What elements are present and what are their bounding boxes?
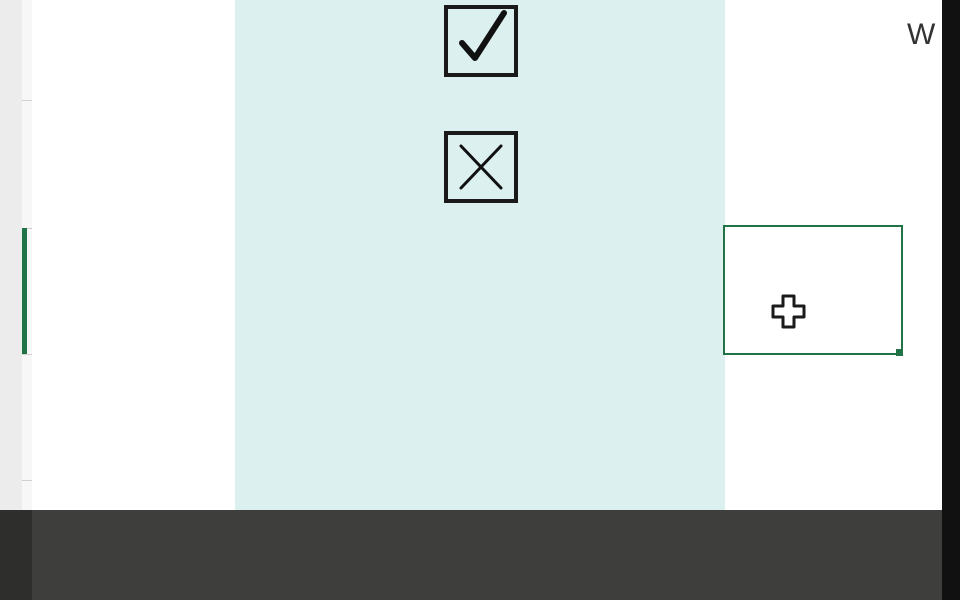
row-divider bbox=[22, 354, 32, 355]
status-bar bbox=[32, 510, 942, 600]
checkmark-glyph bbox=[459, 10, 507, 61]
bottom-left-corner bbox=[0, 510, 32, 600]
crossed-box-icon[interactable] bbox=[444, 131, 518, 203]
window-right-edge bbox=[942, 0, 960, 600]
row-divider bbox=[22, 480, 32, 481]
active-row-indicator bbox=[22, 228, 27, 354]
fill-handle[interactable] bbox=[896, 349, 903, 356]
selected-cell[interactable] bbox=[723, 225, 903, 355]
column-header-text: W bbox=[907, 18, 936, 51]
row-divider bbox=[22, 100, 32, 101]
window-left-edge bbox=[0, 0, 23, 510]
checked-box-icon[interactable] bbox=[444, 5, 518, 77]
cross-glyph bbox=[459, 144, 503, 190]
cell-select-cursor-icon bbox=[770, 293, 808, 336]
